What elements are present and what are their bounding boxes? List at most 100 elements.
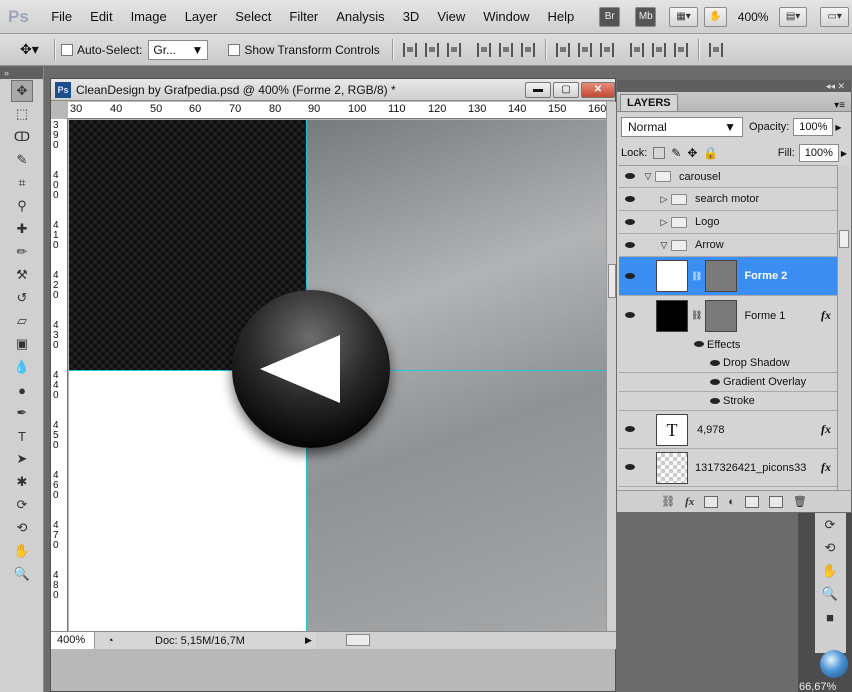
layer-thumbnail[interactable] bbox=[656, 299, 688, 332]
menu-3d[interactable]: 3D bbox=[394, 0, 429, 34]
menu-window[interactable]: Window bbox=[474, 0, 538, 34]
visibility-eye-icon[interactable] bbox=[619, 462, 641, 473]
effects-row[interactable]: Effects bbox=[619, 335, 837, 354]
align-vcenter-icon[interactable] bbox=[424, 42, 439, 57]
layer-text-4978[interactable]: T 4,978 fx bbox=[619, 411, 837, 449]
vector-mask-thumbnail[interactable] bbox=[705, 299, 738, 332]
fill-field[interactable]: 100% bbox=[798, 144, 839, 162]
hand-tool-icon[interactable]: ✋ bbox=[11, 540, 33, 562]
visibility-eye-icon[interactable] bbox=[707, 396, 723, 407]
menu-filter[interactable]: Filter bbox=[280, 0, 327, 34]
effect-gradient-overlay[interactable]: Gradient Overlay bbox=[619, 373, 837, 392]
layer-effects-icon[interactable]: fx bbox=[821, 422, 831, 437]
show-transform-checkbox[interactable] bbox=[228, 43, 241, 56]
visibility-eye-icon[interactable] bbox=[707, 377, 723, 388]
healing-brush-icon[interactable]: ✚ bbox=[11, 218, 33, 240]
visibility-eye-icon[interactable] bbox=[619, 424, 641, 435]
gradient-tool-icon[interactable]: ▣ bbox=[11, 333, 33, 355]
3d-orbit-tool-icon[interactable]: ⟲ bbox=[819, 537, 841, 559]
align-hcenter-icon[interactable] bbox=[498, 42, 513, 57]
delete-layer-icon[interactable]: 🗑 bbox=[793, 495, 807, 508]
align-left-icon[interactable] bbox=[476, 42, 491, 57]
document-canvas[interactable] bbox=[69, 120, 606, 631]
blend-mode-dropdown[interactable]: Normal ▼ bbox=[621, 117, 743, 137]
layer-group-carousel[interactable]: ▽ carousel bbox=[619, 166, 837, 188]
scroll-thumb[interactable] bbox=[839, 230, 849, 248]
align-top-icon[interactable] bbox=[402, 42, 417, 57]
menu-file[interactable]: File bbox=[42, 0, 81, 34]
vertical-scrollbar[interactable] bbox=[606, 102, 616, 631]
effect-stroke[interactable]: Stroke bbox=[619, 392, 837, 411]
visibility-eye-icon[interactable] bbox=[619, 217, 641, 228]
dodge-tool-icon[interactable]: ● bbox=[11, 379, 33, 401]
history-brush-icon[interactable]: ↺ bbox=[11, 287, 33, 309]
menu-view[interactable]: View bbox=[428, 0, 474, 34]
menu-image[interactable]: Image bbox=[122, 0, 176, 34]
align-right-icon[interactable] bbox=[520, 42, 535, 57]
layer-effects-icon[interactable]: fx bbox=[821, 308, 831, 323]
menu-help[interactable]: Help bbox=[539, 0, 584, 34]
menu-layer[interactable]: Layer bbox=[176, 0, 227, 34]
lock-position-icon[interactable]: ✥ bbox=[687, 146, 697, 160]
layer-group-arrow[interactable]: ▽ Arrow bbox=[619, 234, 837, 257]
panel-menu-icon[interactable]: ▾≡ bbox=[834, 100, 845, 111]
visibility-eye-icon[interactable] bbox=[619, 240, 641, 251]
panel-grip[interactable]: ◂◂ ✕ bbox=[617, 80, 851, 92]
3d-orbit-tool-icon[interactable]: ⟲ bbox=[11, 517, 33, 539]
layer-effects-icon[interactable]: fx bbox=[821, 460, 831, 475]
vertical-ruler[interactable]: 390 400 410 420 430 440 450 460 470 480 bbox=[51, 119, 68, 631]
horizontal-ruler[interactable]: 30 40 50 60 70 80 90 100 110 120 130 140… bbox=[68, 102, 606, 119]
distribute-vcenter-icon[interactable] bbox=[577, 42, 592, 57]
lasso-tool-icon[interactable]: ↀ bbox=[11, 126, 33, 148]
distribute-bottom-icon[interactable] bbox=[599, 42, 614, 57]
move-tool-icon[interactable]: ✥ bbox=[11, 80, 33, 102]
add-mask-icon[interactable] bbox=[704, 495, 719, 508]
distribute-right-icon[interactable] bbox=[673, 42, 688, 57]
visibility-eye-icon[interactable] bbox=[619, 271, 641, 282]
pen-tool-icon[interactable]: ✒ bbox=[11, 402, 33, 424]
visibility-eye-icon[interactable] bbox=[619, 194, 641, 205]
arrange-documents-icon[interactable]: ▤▾ bbox=[778, 6, 808, 27]
effect-drop-shadow[interactable]: Drop Shadow bbox=[619, 354, 837, 373]
scroll-thumb[interactable] bbox=[608, 264, 616, 298]
expanded-triangle-icon[interactable]: ▽ bbox=[641, 171, 655, 182]
screen-mode-icon[interactable]: ▭▾ bbox=[820, 6, 849, 27]
zoom-field[interactable]: 400% bbox=[51, 632, 95, 649]
auto-select-checkbox[interactable] bbox=[61, 43, 73, 56]
opacity-arrow-icon[interactable]: ▶ bbox=[835, 123, 841, 132]
visibility-eye-icon[interactable] bbox=[691, 339, 707, 350]
fill-arrow-icon[interactable]: ▶ bbox=[841, 149, 847, 158]
layer-thumbnail[interactable] bbox=[656, 260, 688, 292]
blur-tool-icon[interactable]: 💧 bbox=[11, 356, 33, 378]
3d-rotate-tool-icon[interactable]: ⟳ bbox=[819, 514, 841, 536]
status-arrow-icon[interactable]: ▶ bbox=[305, 635, 312, 646]
minimize-button[interactable]: ▬ bbox=[525, 81, 551, 98]
layer-forme-2[interactable]: ⛓ Forme 2 bbox=[619, 257, 837, 296]
align-bottom-icon[interactable] bbox=[446, 42, 461, 57]
path-select-tool-icon[interactable]: ➤ bbox=[11, 448, 33, 470]
panel-grip[interactable]: » bbox=[0, 67, 43, 79]
layer-forme-1[interactable]: ⛓ Forme 1 fx bbox=[619, 296, 837, 335]
close-button[interactable]: ✕ bbox=[581, 81, 615, 98]
menu-edit[interactable]: Edit bbox=[81, 0, 121, 34]
lock-transparent-icon[interactable] bbox=[653, 147, 666, 159]
layers-scrollbar[interactable] bbox=[837, 165, 850, 490]
text-layer-icon[interactable]: T bbox=[656, 413, 688, 446]
vector-mask-thumbnail[interactable] bbox=[705, 260, 738, 292]
status-menu-icon[interactable]: ◔ bbox=[107, 635, 125, 647]
new-group-icon[interactable] bbox=[744, 495, 759, 508]
bridge-button[interactable]: Br bbox=[599, 6, 621, 27]
visibility-eye-icon[interactable] bbox=[707, 358, 723, 369]
windows-start-icon[interactable] bbox=[820, 650, 848, 678]
adjustment-layer-icon[interactable]: ◐ bbox=[728, 496, 735, 508]
link-layers-icon[interactable]: ⛓ bbox=[661, 495, 675, 508]
hand-tool-icon[interactable]: ✋ bbox=[703, 6, 727, 27]
distribute-top-icon[interactable] bbox=[555, 42, 570, 57]
move-tool-icon[interactable]: ✥▾ bbox=[0, 41, 48, 58]
minibridge-button[interactable]: Mb bbox=[635, 6, 657, 27]
horizontal-scrollbar[interactable] bbox=[315, 632, 616, 649]
opacity-field[interactable]: 100% bbox=[793, 118, 834, 136]
collapsed-triangle-icon[interactable]: ▷ bbox=[657, 217, 671, 228]
add-style-icon[interactable]: fx bbox=[685, 496, 694, 508]
3d-rotate-tool-icon[interactable]: ⟳ bbox=[11, 494, 33, 516]
